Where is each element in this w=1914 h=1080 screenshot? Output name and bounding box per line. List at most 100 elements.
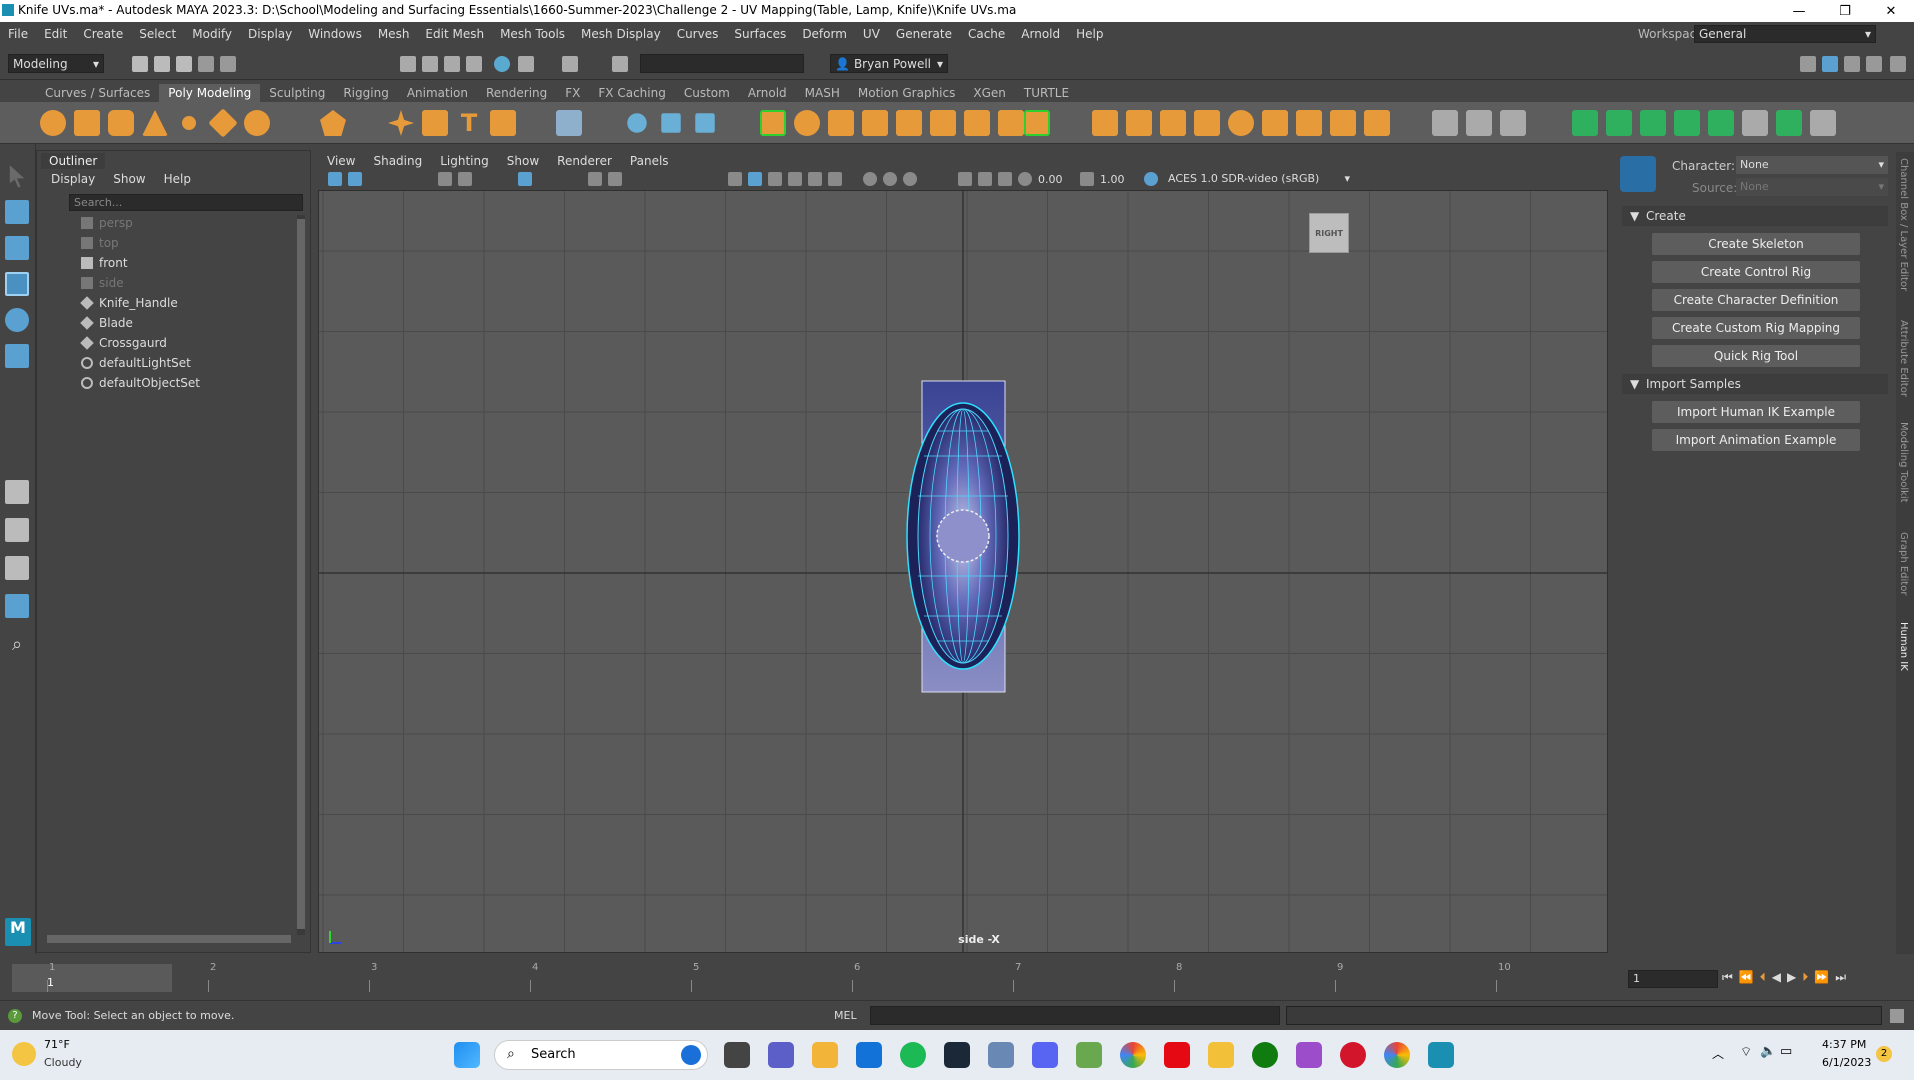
attribute-editor-toggle-icon[interactable] <box>1822 56 1838 72</box>
sweep-mesh-icon[interactable] <box>422 110 448 136</box>
combine-icon[interactable] <box>760 110 786 136</box>
poly-torus-icon[interactable] <box>176 110 202 136</box>
input-line-mode-icon[interactable] <box>612 56 628 72</box>
rotate-tool-icon[interactable] <box>5 308 29 332</box>
save-scene-icon[interactable] <box>176 56 192 72</box>
task-view-icon[interactable] <box>724 1042 750 1068</box>
view-cube[interactable]: RIGHT <box>1309 213 1349 253</box>
go-to-start-icon[interactable]: ⏮ <box>1722 970 1733 985</box>
outliner-item-side[interactable]: side <box>81 273 124 293</box>
clock-date[interactable]: 6/1/2023 <box>1822 1056 1871 1069</box>
go-to-end-icon[interactable]: ⏭ <box>1835 970 1846 985</box>
mirror-icon[interactable] <box>964 110 990 136</box>
create-custom-rig-mapping-button[interactable]: Create Custom Rig Mapping <box>1652 317 1860 339</box>
chrome-icon[interactable] <box>1120 1042 1146 1068</box>
shelf-tab-turtle[interactable]: TURTLE <box>1015 84 1078 102</box>
isolate-select-icon[interactable] <box>958 172 972 186</box>
side-tab-human-ik[interactable]: Human IK <box>1898 622 1909 671</box>
view-transform-dropdown[interactable]: ACES 1.0 SDR-video (sRGB) ▾ <box>1164 171 1352 188</box>
script-language-toggle[interactable]: MEL <box>834 1009 857 1022</box>
gamma-field[interactable]: 1.00 <box>1100 173 1125 186</box>
render-settings-icon[interactable] <box>444 56 460 72</box>
outliner-title[interactable]: Outliner <box>41 153 106 169</box>
wireframe-icon[interactable] <box>728 172 742 186</box>
menu-cache[interactable]: Cache <box>960 27 1013 41</box>
windows-start-icon[interactable] <box>454 1042 480 1068</box>
paint-select-tool-icon[interactable] <box>5 236 29 260</box>
panel-menu-renderer[interactable]: Renderer <box>548 154 621 168</box>
smooth-shade-icon[interactable] <box>748 172 762 186</box>
shelf-tab-custom[interactable]: Custom <box>675 84 739 102</box>
panel-menu-view[interactable]: View <box>318 154 364 168</box>
photos-icon[interactable] <box>988 1042 1014 1068</box>
menu-edit-mesh[interactable]: Edit Mesh <box>417 27 492 41</box>
collapse-icon[interactable] <box>1742 110 1768 136</box>
channel-box-toggle-icon[interactable] <box>1866 56 1882 72</box>
color-management-icon[interactable] <box>1144 172 1158 186</box>
shelf-tab-fx-caching[interactable]: FX Caching <box>589 84 674 102</box>
menu-mesh-display[interactable]: Mesh Display <box>573 27 669 41</box>
menu-surfaces[interactable]: Surfaces <box>726 27 794 41</box>
import-samples-section-header[interactable]: ▼ Import Samples <box>1622 374 1888 394</box>
freeze-transform-icon[interactable] <box>661 113 681 133</box>
command-input[interactable] <box>870 1006 1280 1025</box>
xray-joints-icon[interactable] <box>998 172 1012 186</box>
append-polygon-icon[interactable] <box>1194 110 1220 136</box>
poly-disc-icon[interactable] <box>244 110 270 136</box>
current-frame-field[interactable]: 1 <box>1628 970 1718 988</box>
menu-select[interactable]: Select <box>131 27 184 41</box>
folder-icon[interactable] <box>1208 1042 1234 1068</box>
use-all-lights-icon[interactable] <box>808 172 822 186</box>
poly-cone-icon[interactable] <box>142 110 168 136</box>
outliner-item-blade[interactable]: Blade <box>80 313 133 333</box>
outliner-item-knife-handle[interactable]: Knife_Handle <box>80 293 178 313</box>
menu-set-dropdown[interactable]: Modeling ▾ <box>8 54 104 73</box>
platonic-solid-icon[interactable] <box>320 110 346 136</box>
gamma-icon[interactable] <box>1080 172 1094 186</box>
side-tab-graph-editor[interactable]: Graph Editor <box>1898 532 1909 595</box>
outliner-layout-icon[interactable] <box>5 594 29 618</box>
ambient-occlusion-icon[interactable] <box>863 172 877 186</box>
slide-edge-icon[interactable] <box>1640 110 1666 136</box>
modeling-toolkit-toggle-icon[interactable] <box>1800 56 1816 72</box>
remesh-icon[interactable] <box>896 110 922 136</box>
weather-temp[interactable]: 71°F <box>44 1038 70 1051</box>
chrome-profile-icon[interactable] <box>1384 1042 1410 1068</box>
battery-icon[interactable]: ▭ <box>1780 1044 1792 1059</box>
create-control-rig-button[interactable]: Create Control Rig <box>1652 261 1860 283</box>
menu-edit[interactable]: Edit <box>36 27 75 41</box>
grid-toggle-icon[interactable] <box>518 172 532 186</box>
shelf-tab-motion-graphics[interactable]: Motion Graphics <box>849 84 965 102</box>
play-backwards-icon[interactable]: ◀ <box>1772 970 1781 985</box>
clock-time[interactable]: 4:37 PM <box>1822 1038 1866 1051</box>
render-current-frame-icon[interactable] <box>400 56 416 72</box>
outliner-item-top[interactable]: top <box>81 233 119 253</box>
menu-generate[interactable]: Generate <box>888 27 960 41</box>
teams-chat-icon[interactable] <box>768 1042 794 1068</box>
panel-menu-shading[interactable]: Shading <box>364 154 431 168</box>
wireframe-on-shaded-icon[interactable] <box>768 172 782 186</box>
wedge-icon[interactable] <box>1296 110 1322 136</box>
render-view-icon[interactable] <box>494 56 510 72</box>
outliner-item-default-object-set[interactable]: defaultObjectSet <box>81 373 200 393</box>
side-tab-modeling-toolkit[interactable]: Modeling Toolkit <box>1898 422 1909 503</box>
script-editor-icon[interactable] <box>1890 1009 1904 1023</box>
xbox-icon[interactable] <box>1252 1042 1278 1068</box>
select-tool-icon[interactable] <box>9 165 25 188</box>
clean-up-icon[interactable] <box>998 110 1024 136</box>
scale-tool-icon[interactable] <box>5 344 29 368</box>
menu-display[interactable]: Display <box>240 27 300 41</box>
minimize-button[interactable]: — <box>1776 0 1822 22</box>
circularize-icon[interactable] <box>1364 110 1390 136</box>
target-weld-icon[interactable] <box>1572 110 1598 136</box>
spotify-icon[interactable] <box>900 1042 926 1068</box>
outliner-item-crossgaurd[interactable]: Crossgaurd <box>80 333 167 353</box>
super-shape-icon[interactable] <box>388 110 414 136</box>
insert-edge-loop-icon[interactable] <box>1466 110 1492 136</box>
boolean-icon[interactable] <box>862 110 888 136</box>
shelf-tab-arnold[interactable]: Arnold <box>739 84 796 102</box>
import-animation-example-button[interactable]: Import Animation Example <box>1652 429 1860 451</box>
menu-mesh[interactable]: Mesh <box>370 27 418 41</box>
outliner-menu-help[interactable]: Help <box>164 172 191 186</box>
side-tab-attribute-editor[interactable]: Attribute Editor <box>1898 320 1909 397</box>
